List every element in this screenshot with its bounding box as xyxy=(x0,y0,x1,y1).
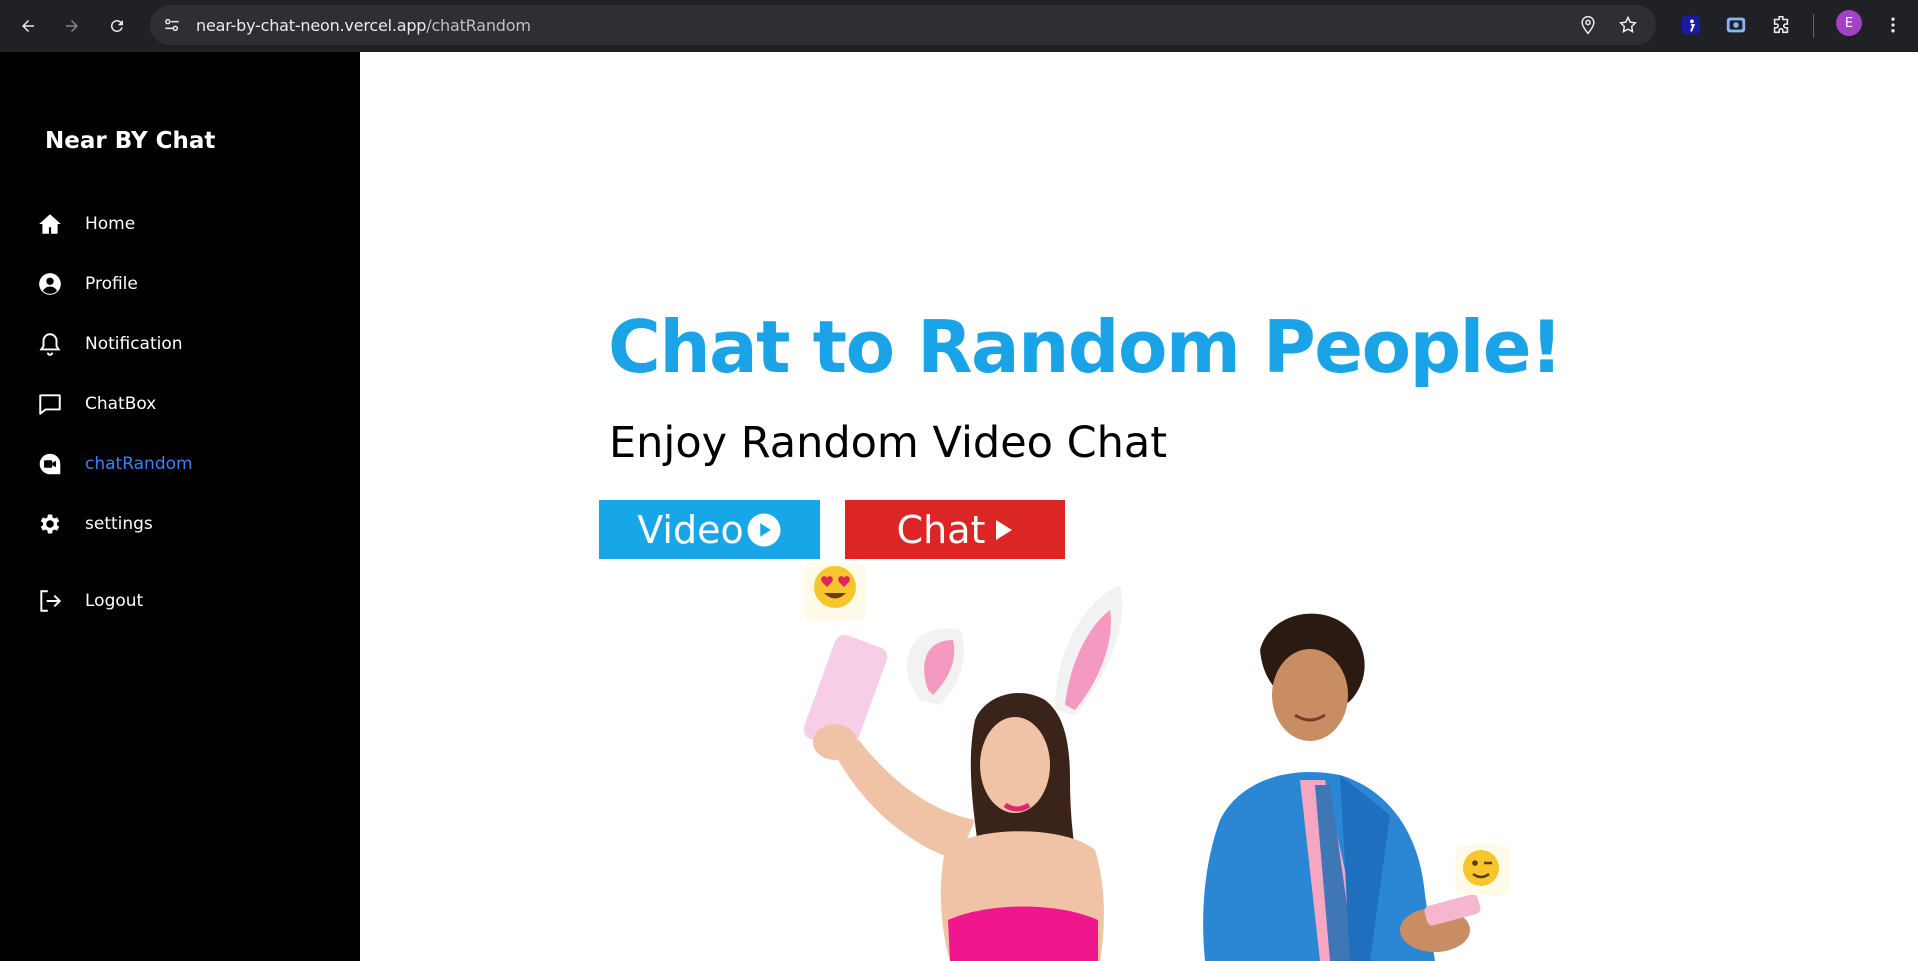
play-circle-icon xyxy=(746,512,782,548)
sidebar: Near BY Chat Home Profile Notification C… xyxy=(0,52,360,961)
play-triangle-icon xyxy=(995,519,1013,541)
sidebar-item-label: Profile xyxy=(85,274,138,294)
back-icon[interactable] xyxy=(12,10,44,42)
hero-illustration xyxy=(803,563,1510,961)
location-pin-icon[interactable] xyxy=(1578,15,1598,40)
sidebar-item-settings[interactable]: settings xyxy=(36,507,153,541)
browser-toolbar: near-by-chat-neon.vercel.app/chatRandom … xyxy=(0,0,1918,52)
video-button-label: Video xyxy=(637,507,744,552)
sidebar-item-label: ChatBox xyxy=(85,394,157,414)
sidebar-item-label: chatRandom xyxy=(85,454,193,474)
page-headline: Chat to Random People! xyxy=(608,305,1563,389)
bookmark-star-icon[interactable] xyxy=(1618,15,1638,40)
profile-initial: E xyxy=(1844,15,1854,31)
chat-bubble-icon xyxy=(36,390,64,418)
sidebar-item-label: Notification xyxy=(85,334,183,354)
reload-icon[interactable] xyxy=(101,10,133,42)
page-subtitle: Enjoy Random Video Chat xyxy=(609,418,1168,468)
url-text[interactable]: near-by-chat-neon.vercel.app/chatRandom xyxy=(196,16,531,35)
sidebar-item-label: Home xyxy=(85,214,136,234)
extension-translate-icon[interactable] xyxy=(1678,12,1704,38)
sidebar-item-label: settings xyxy=(85,514,153,534)
sidebar-item-logout[interactable]: Logout xyxy=(36,584,143,618)
wink-emoji-icon xyxy=(1455,845,1510,895)
logout-icon xyxy=(36,587,64,615)
home-icon xyxy=(36,210,64,238)
chat-button[interactable]: Chat xyxy=(845,500,1065,559)
sidebar-item-chatbox[interactable]: ChatBox xyxy=(36,387,156,421)
address-bar[interactable]: near-by-chat-neon.vercel.app/chatRandom xyxy=(150,5,1656,45)
extension-screen-icon[interactable] xyxy=(1723,12,1749,38)
kebab-menu-icon[interactable] xyxy=(1880,12,1906,38)
sidebar-item-label: Logout xyxy=(85,591,144,611)
video-camera-icon xyxy=(36,450,64,478)
heart-eyes-emoji-icon xyxy=(804,563,866,621)
url-host: near-by-chat-neon.vercel.app xyxy=(196,16,427,35)
brand-title: Near BY Chat xyxy=(45,128,216,154)
video-button[interactable]: Video xyxy=(599,500,820,559)
user-circle-icon xyxy=(36,270,64,298)
toolbar-divider xyxy=(1813,14,1814,38)
forward-icon[interactable] xyxy=(56,10,88,42)
sidebar-item-chatrandom[interactable]: chatRandom xyxy=(36,447,193,481)
sidebar-item-profile[interactable]: Profile xyxy=(36,267,138,301)
bell-icon xyxy=(36,330,64,358)
sidebar-item-home[interactable]: Home xyxy=(36,207,135,241)
profile-avatar[interactable]: E xyxy=(1836,10,1862,36)
site-settings-icon[interactable] xyxy=(162,15,182,40)
sidebar-item-notification[interactable]: Notification xyxy=(36,327,183,361)
url-path: /chatRandom xyxy=(426,16,531,35)
chat-button-label: Chat xyxy=(896,507,986,552)
gear-icon xyxy=(36,510,64,538)
extensions-puzzle-icon[interactable] xyxy=(1768,12,1794,38)
